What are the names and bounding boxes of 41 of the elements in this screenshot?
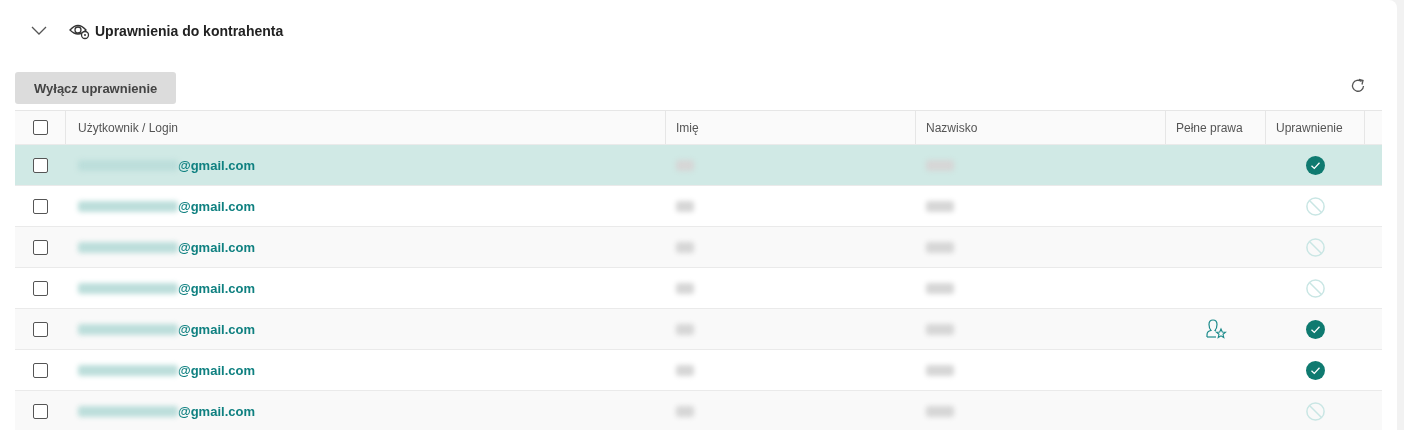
redacted-text [676, 405, 694, 417]
redacted-text [926, 405, 954, 417]
checkbox[interactable] [33, 403, 48, 419]
email-link[interactable]: @gmail.com [178, 157, 255, 173]
column-header[interactable]: Użytkownik / Login [78, 120, 179, 135]
redacted-text [676, 282, 694, 294]
email-link[interactable]: @gmail.com [178, 321, 255, 337]
redacted-text [926, 364, 954, 376]
section-title: Uprawnienia do kontrahenta [95, 23, 284, 39]
redacted-text [926, 241, 954, 253]
checkbox[interactable] [33, 321, 48, 337]
table-row[interactable]: @gmail.com [15, 391, 1382, 430]
redacted-text [926, 200, 954, 212]
disable-permission-button[interactable]: Wyłącz uprawnienie [15, 72, 177, 104]
column-header[interactable]: Pełne prawa [1176, 120, 1243, 135]
checkbox[interactable] [33, 362, 48, 378]
table-row[interactable]: @gmail.com [15, 309, 1382, 350]
checkbox[interactable] [33, 157, 48, 173]
email-link[interactable]: @gmail.com [178, 198, 255, 214]
checkbox[interactable] [33, 239, 48, 255]
table-row[interactable]: @gmail.com [15, 227, 1382, 268]
column-header[interactable]: Imię [676, 120, 699, 135]
redacted-text [926, 323, 954, 335]
chevron-icon[interactable] [31, 26, 47, 36]
email-link[interactable]: @gmail.com [178, 362, 255, 378]
redacted-text [676, 200, 694, 212]
email-link[interactable]: @gmail.com [178, 239, 255, 255]
refresh-icon[interactable] [1350, 78, 1366, 94]
redacted-text [676, 241, 694, 253]
checkbox[interactable] [33, 198, 48, 214]
column-header[interactable]: Uprawnienie [1276, 120, 1343, 135]
email-link[interactable]: @gmail.com [178, 280, 255, 296]
email-link[interactable]: @gmail.com [178, 403, 255, 419]
redacted-text [676, 364, 694, 376]
table-row[interactable]: @gmail.com [15, 145, 1382, 186]
checkbox[interactable] [33, 120, 48, 135]
redacted-text [926, 282, 954, 294]
redacted-text [676, 323, 694, 335]
column-header[interactable]: Nazwisko [926, 120, 978, 135]
checkbox[interactable] [33, 280, 48, 296]
eye-gear-icon [69, 22, 91, 40]
